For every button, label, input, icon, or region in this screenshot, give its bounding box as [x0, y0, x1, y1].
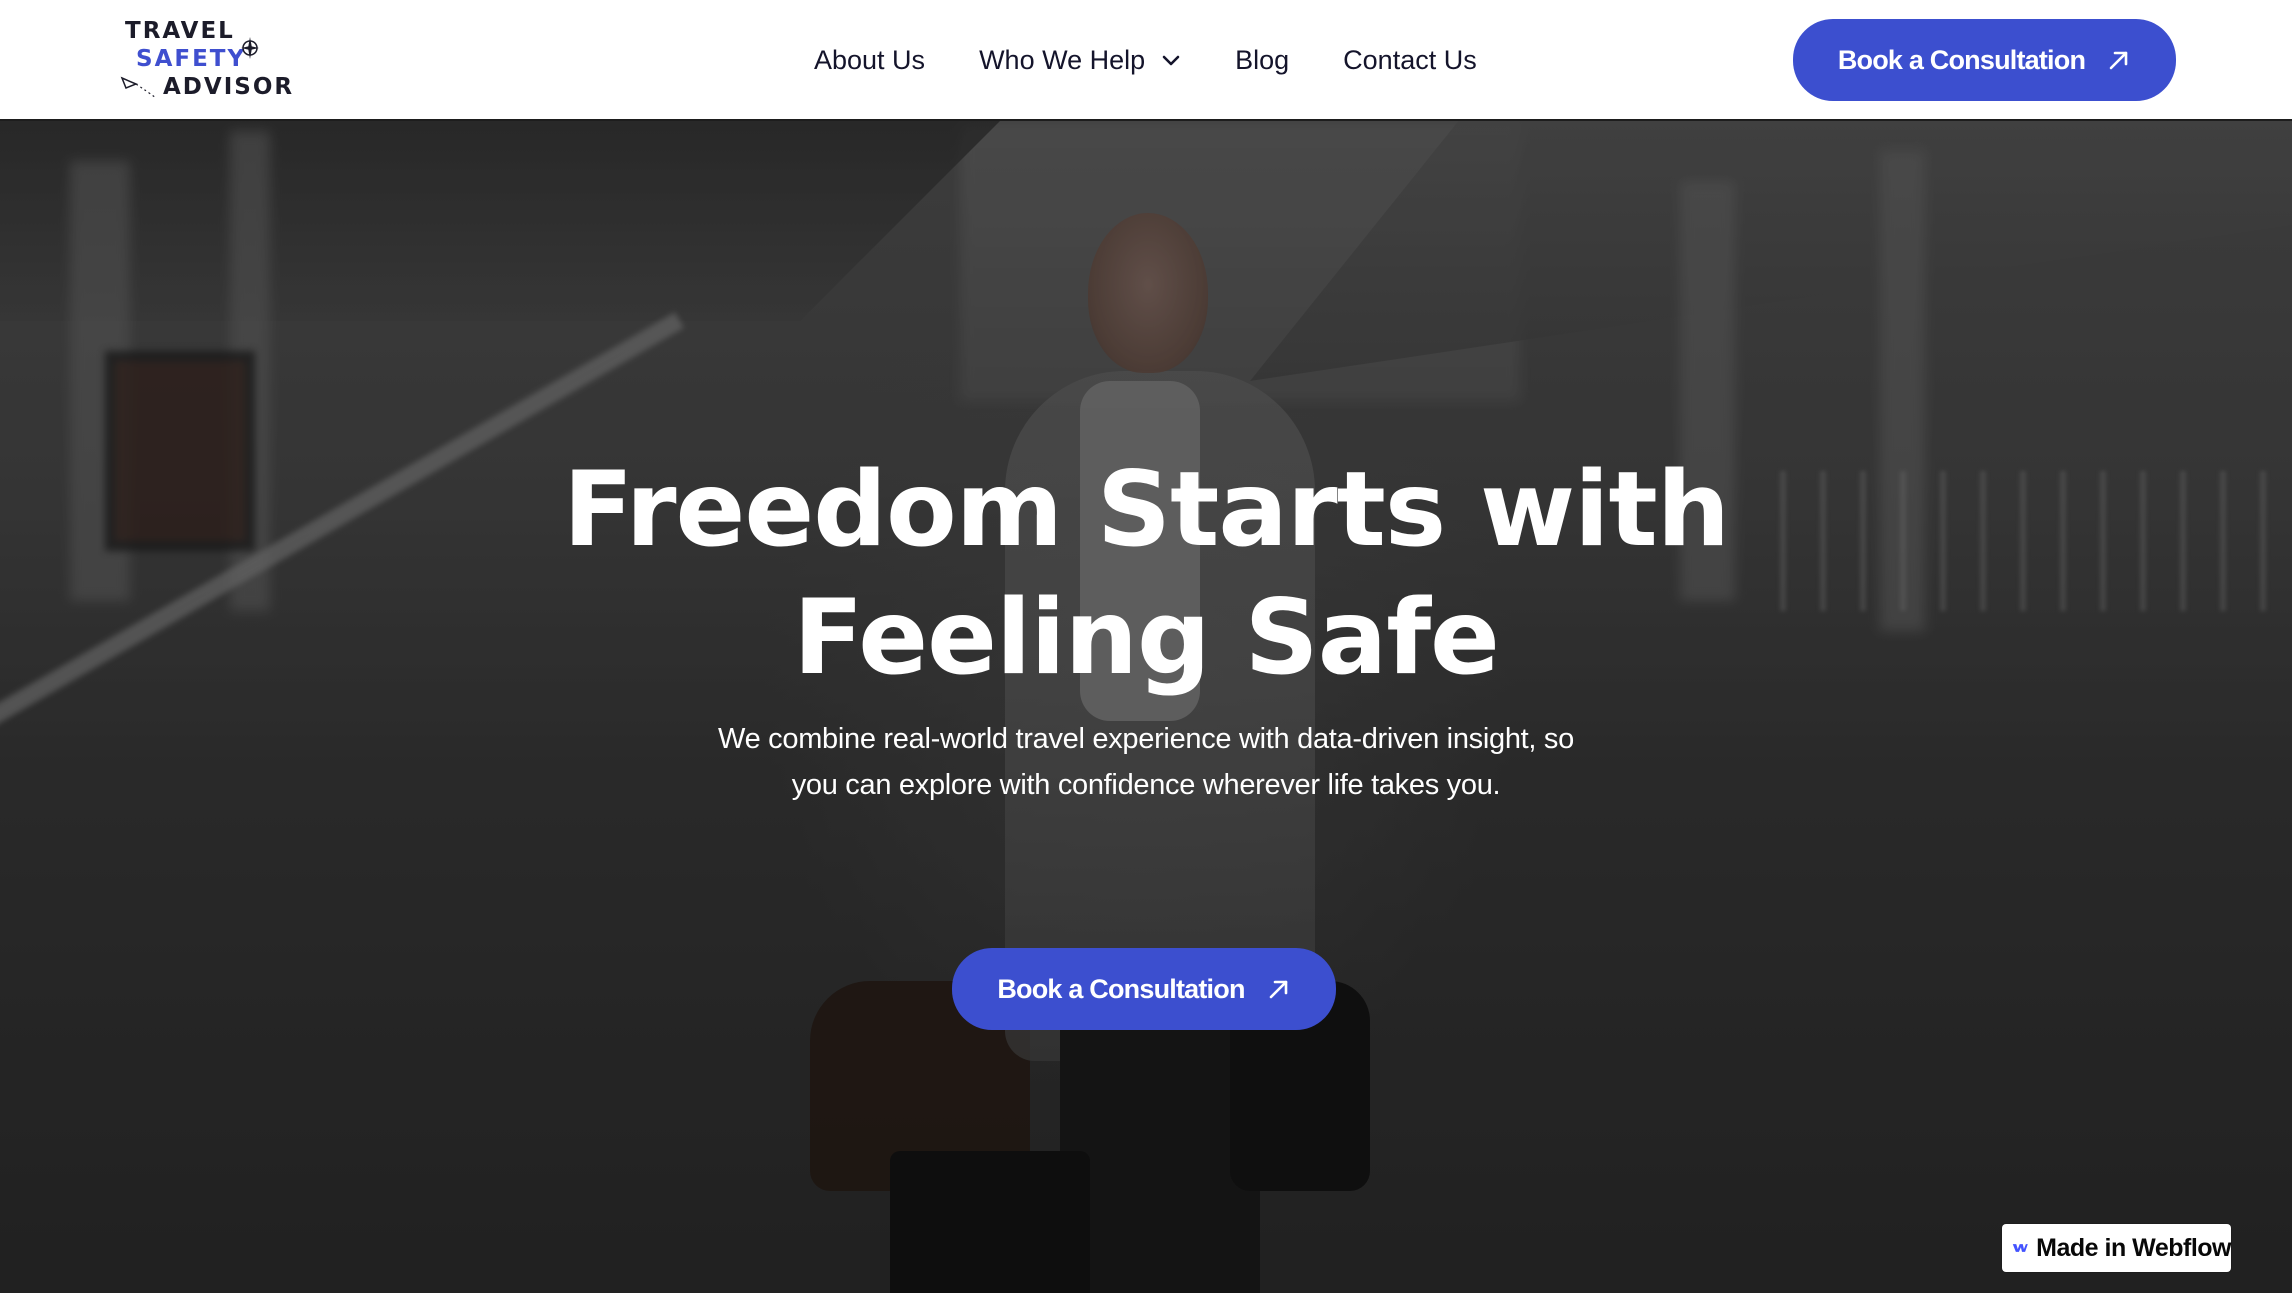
- chevron-down-icon: [1162, 55, 1180, 65]
- nav-book-consultation-label: Book a Consultation: [1837, 44, 2086, 75]
- airplane-icon: [120, 76, 157, 99]
- hero-book-consultation-button[interactable]: Book a Consultation: [952, 948, 1336, 1030]
- hero-subtitle: We combine real-world travel experience …: [0, 716, 2292, 808]
- nav-link-blog[interactable]: Blog: [1235, 45, 1289, 76]
- arrow-up-right-icon: [2109, 51, 2128, 70]
- webflow-logo-icon: [2012, 1244, 2028, 1252]
- logo-text-travel: TRAVEL: [125, 18, 235, 44]
- arrow-up-right-icon: [1269, 980, 1287, 999]
- hero-section: [0, 121, 2292, 1293]
- nav-link-contact-us[interactable]: Contact Us: [1343, 45, 1477, 76]
- hero-book-consultation-label: Book a Consultation: [997, 973, 1245, 1004]
- hero-title-line-2: Feeling Safe: [793, 578, 1500, 698]
- main-nav: About Us Who We Help Blog Contact Us: [814, 0, 1477, 121]
- made-in-webflow-badge[interactable]: Made in Webflow: [2002, 1224, 2231, 1272]
- logo-text-advisor: ADVISOR: [163, 74, 295, 100]
- made-in-webflow-label: Made in Webflow: [2036, 1233, 2231, 1262]
- nav-book-consultation-button[interactable]: Book a Consultation: [1793, 19, 2176, 101]
- compass-icon: [241, 37, 259, 59]
- nav-link-who-we-help[interactable]: Who We Help: [979, 45, 1181, 76]
- brand-logo[interactable]: TRAVEL SAFETY ADVISOR: [120, 16, 292, 106]
- hero-title-line-1: Freedom Starts with: [562, 450, 1730, 570]
- hero-subtitle-line-1: We combine real-world travel experience …: [718, 723, 1574, 755]
- navbar: TRAVEL SAFETY ADVISOR About Us Who We He…: [0, 0, 2292, 121]
- logo-text-safety: SAFETY: [136, 46, 247, 72]
- hero-subtitle-line-2: you can explore with confidence wherever…: [791, 769, 1501, 801]
- nav-link-about-us[interactable]: About Us: [814, 45, 925, 76]
- hero-title: Freedom Starts with Feeling Safe: [0, 446, 2292, 702]
- nav-link-who-we-help-label: Who We Help: [979, 45, 1146, 75]
